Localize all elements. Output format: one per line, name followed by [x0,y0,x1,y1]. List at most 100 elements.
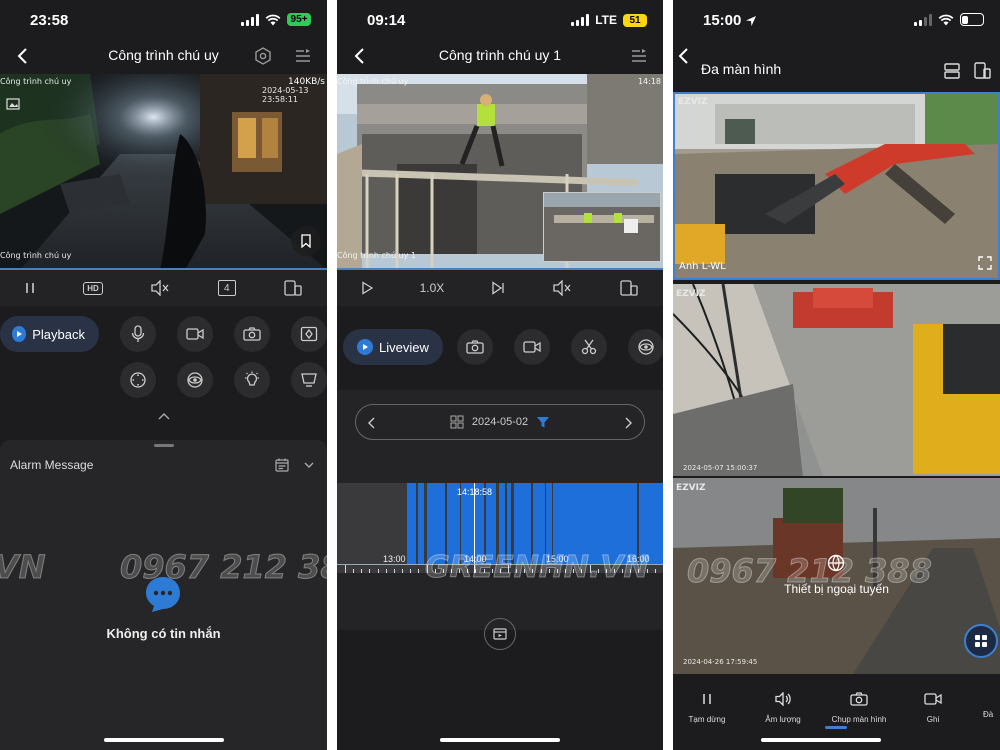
layout-icon[interactable] [942,61,962,81]
talk-button[interactable] [120,316,156,352]
network-label: LTE [595,13,617,27]
timeline-tick [483,569,485,573]
device-list-icon[interactable] [293,46,313,66]
mute-button[interactable] [150,280,170,296]
record-button[interactable] [177,316,213,352]
grid-layout-button[interactable] [964,624,998,658]
record-tool[interactable]: Ghi [917,692,949,724]
pip-video[interactable] [543,192,661,262]
timeline-tick [556,569,558,573]
timeline-tick [369,569,371,573]
fullscreen-button[interactable] [283,280,303,296]
speaker-muted-icon [151,280,169,296]
camera-tile-3[interactable]: EZVIZ Thiết bị ngoại tuyến 2024-04-26 17… [673,478,1000,674]
film-icon [493,628,507,640]
timeline-tick [499,569,501,573]
timeline-tick [402,569,404,573]
screenshot-tool[interactable]: Chụp màn hình [827,692,891,724]
pause-button[interactable] [24,281,36,295]
mute-button[interactable] [552,280,572,296]
light-button[interactable] [234,362,270,398]
record-button[interactable] [514,329,550,365]
scissors-icon [581,339,597,355]
screenshot-button[interactable] [457,329,493,365]
direction-button[interactable] [120,362,156,398]
recording-segment [596,483,604,565]
timeline-tick [434,569,436,573]
play-button[interactable] [361,281,373,295]
back-icon[interactable] [677,46,691,66]
time-readout: 14:18 [637,77,661,86]
live-video[interactable]: Công trình chú uy 2024-05-13 23:58:11 14… [0,74,327,270]
chevron-up-icon[interactable] [157,411,171,421]
hd-quality-button[interactable]: HD [83,281,103,295]
bookmark-button[interactable] [291,226,321,256]
signal-icon [571,14,590,26]
date-label: 2024-05-02 [471,416,529,428]
image-icon[interactable] [6,98,20,110]
chevron-down-icon[interactable] [303,460,315,470]
speaker-muted-icon [553,280,571,296]
device-list-icon[interactable] [629,46,649,66]
pause-tool[interactable]: Tạm dừng [687,692,727,724]
screenshot-button[interactable] [234,316,270,352]
clip-list-button[interactable] [484,618,516,650]
timeline-bar[interactable]: 14:18:58 13:00 14:00 15:00 16:00 [337,483,663,573]
date-selector[interactable]: 2024-05-02 [355,404,645,440]
recording-segment [427,483,434,565]
camera-icon [466,340,484,354]
rotate-device-icon[interactable] [972,61,992,81]
privacy-button[interactable] [177,362,213,398]
timeline-tick [524,569,526,573]
playback-screen: 09:14 LTE 51 Công trình chú uy 1 Công tr… [337,0,663,750]
ptz-button[interactable] [291,316,327,352]
timeline-tick [630,569,632,573]
home-indicator [103,738,224,742]
app-header: Công trình chú uy [0,40,327,72]
settings-icon[interactable] [253,46,273,66]
timeline-tick [361,569,363,573]
fullscreen-button[interactable] [619,280,639,296]
recording-segment [507,483,511,565]
timeline-tick [532,569,534,573]
volume-tool[interactable]: Âm lượng [759,691,807,724]
multi-screen: 15:00 Đa màn hình EZVIZ Anh L-WL EZVIZ 2… [673,0,1000,750]
timeline-tick [418,569,420,573]
chevron-right-icon[interactable] [624,417,632,429]
recording-segment [662,483,663,565]
location-arrow-icon [746,16,756,26]
timestamp-osd: 2024-05-13 23:58:11 [262,86,309,104]
camera-tile-2[interactable]: EZVIZ 2024-05-07 15:00:37 [673,284,1000,476]
timeline-tick [605,569,607,573]
offline-road-scene [673,478,1000,674]
play-icon [361,281,373,295]
recording-segment [525,483,531,565]
timeline-label-15: 15:00 [546,554,569,564]
street-truck-scene [673,284,1000,476]
timeline-tick [581,569,583,573]
playback-video[interactable]: Công trình chú uy 14:18 Công trình chú u… [337,74,663,270]
filter-icon[interactable] [536,415,550,429]
expand-icon[interactable] [978,256,992,270]
camera-name-1: Anh L-WL [679,261,726,272]
drag-handle[interactable] [153,444,174,447]
alarm-button[interactable] [291,362,327,398]
next-frame-button[interactable] [491,281,505,295]
lens-button[interactable] [628,329,663,365]
timeline-tick [548,569,550,573]
calendar-icon[interactable] [275,458,289,472]
liveview-button[interactable]: Liveview [343,329,443,365]
timeline-tick [475,569,477,573]
timeline-label-13: 13:00 [383,554,406,564]
grid-icon[interactable] [450,415,464,429]
next-frame-icon [492,281,504,295]
split-view-button[interactable]: 4 [217,280,236,296]
wifi-icon [938,14,954,25]
more-tool[interactable]: Đà [983,692,1000,719]
playback-button[interactable]: Playback [0,316,99,352]
camera-tile-1[interactable]: EZVIZ Anh L-WL [673,92,1000,280]
chevron-left-icon[interactable] [368,417,376,429]
app-header: Đa màn hình [673,40,1000,79]
speed-button[interactable]: 1.0X [420,281,445,295]
clip-button[interactable] [571,329,607,365]
